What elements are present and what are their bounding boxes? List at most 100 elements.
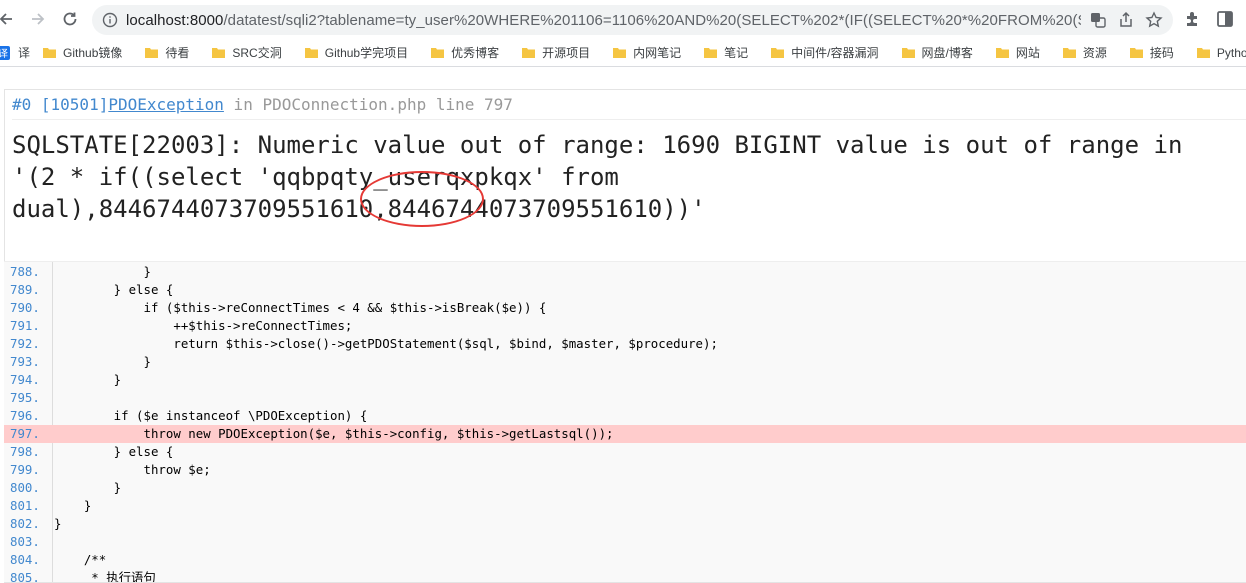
folder-icon [771, 48, 785, 58]
line-number: 802. [10, 516, 40, 531]
folder-icon [995, 48, 1009, 58]
folder-icon [1062, 48, 1076, 58]
bookmark-label: 网盘/博客 [921, 46, 973, 60]
bookmark-folder[interactable]: 网站 [987, 44, 1040, 61]
info-icon[interactable] [102, 12, 118, 28]
bookmark-folder[interactable]: 网盘/博客 [893, 44, 973, 61]
star-icon[interactable] [1145, 11, 1163, 29]
bookmark-label: 中间件/容器漏洞 [791, 46, 879, 60]
exception-message-line: SQLSTATE[22003]: Numeric value out of ra… [12, 131, 1183, 159]
bookmark-translate[interactable]: 译 译 [0, 44, 30, 61]
browser-toolbar: localhost:8000/datatest/sqli2?tablename=… [0, 0, 1246, 39]
bookmark-folder[interactable]: 优秀博客 [422, 44, 499, 61]
address-bar[interactable]: localhost:8000/datatest/sqli2?tablename=… [92, 5, 1173, 35]
code-text: } else { [54, 282, 174, 297]
code-line: 798. } else { [4, 443, 1246, 461]
line-number: 798. [10, 444, 40, 459]
code-line: 791. ++$this->reConnectTimes; [4, 317, 1246, 335]
line-number: 790. [10, 300, 40, 315]
code-text: ++$this->reConnectTimes; [54, 318, 353, 333]
code-line: 801. } [4, 497, 1246, 515]
code-line: 804. /** [4, 551, 1246, 569]
folder-icon [145, 48, 159, 58]
bookmark-folder[interactable]: SRC交洞 [203, 44, 282, 61]
code-text: /** [54, 552, 107, 567]
code-text: } [54, 354, 151, 369]
bookmark-folder[interactable]: 内网笔记 [604, 44, 681, 61]
code-line: 792. return $this->close()->getPDOStatem… [4, 335, 1246, 353]
url-path: /datatest/sqli2?tablename=ty_user%20WHER… [223, 11, 1081, 29]
code-line: 790. if ($this->reConnectTimes < 4 && $t… [4, 299, 1246, 317]
arrow-left-icon [0, 13, 12, 25]
exception-header: #0 [10501]PDOException in PDOConnection.… [12, 95, 513, 114]
line-number: 804. [10, 552, 40, 567]
bookmark-label: Github镜像 [63, 46, 123, 60]
folder-icon [613, 48, 627, 58]
bookmark-folder[interactable]: 接码 [1121, 44, 1174, 61]
line-number: 796. [10, 408, 40, 423]
code-text: } [54, 264, 151, 279]
reload-button[interactable] [58, 7, 82, 31]
exception-class-link[interactable]: PDOException [108, 95, 224, 114]
side-panel-icon[interactable] [1215, 9, 1235, 29]
arrow-right-icon [32, 13, 45, 25]
code-text: } [54, 480, 122, 495]
bookmark-label: Python学 [1216, 46, 1246, 60]
page-content: #0 [10501]PDOException in PDOConnection.… [0, 67, 1246, 583]
exception-in-word: in [223, 95, 263, 114]
line-number: 800. [10, 480, 40, 495]
code-line: 799. throw $e; [4, 461, 1246, 479]
bookmark-folder[interactable]: 笔记 [695, 44, 748, 61]
bookmark-label: 资源 [1082, 46, 1107, 60]
code-line: 795. [4, 389, 1246, 407]
line-number: 799. [10, 462, 40, 477]
bookmark-folder[interactable]: 中间件/容器漏洞 [762, 44, 879, 61]
folder-icon [1196, 48, 1210, 58]
code-line: 789. } else { [4, 281, 1246, 299]
back-button[interactable] [0, 7, 18, 31]
divider [12, 119, 1246, 120]
line-number: 789. [10, 282, 40, 297]
folder-icon [212, 48, 226, 58]
red-annotation-circle [360, 171, 484, 227]
bookmark-label: 内网笔记 [633, 46, 682, 60]
url-text[interactable]: localhost:8000/datatest/sqli2?tablename=… [126, 12, 1081, 29]
folder-icon [43, 48, 57, 58]
line-number: 795. [10, 390, 40, 405]
bookmark-folder[interactable]: Github学完项目 [296, 44, 408, 61]
translate-icon[interactable] [1089, 11, 1107, 29]
bookmarks-bar: 译 译 Github镜像 待看 SRC交洞 Github学完项目 优秀博客 开源… [0, 39, 1246, 67]
bookmark-label: 笔记 [724, 46, 749, 60]
share-icon[interactable] [1117, 11, 1135, 29]
translate-badge-icon: 译 [0, 45, 10, 60]
forward-button[interactable] [26, 7, 50, 31]
folder-icon [431, 48, 445, 58]
line-number: 793. [10, 354, 40, 369]
code-line: 800. } [4, 479, 1246, 497]
bookmark-label: 接码 [1149, 46, 1174, 60]
bookmark-folder[interactable]: Github镜像 [34, 44, 122, 61]
bookmark-label: 优秀博客 [451, 46, 500, 60]
line-number: 805. [10, 570, 40, 582]
extensions-icon[interactable] [1183, 9, 1203, 29]
reload-icon [63, 12, 77, 26]
code-line: 794. } [4, 371, 1246, 389]
bookmark-label: 网站 [1015, 46, 1040, 60]
folder-icon [704, 48, 718, 58]
bookmark-folder[interactable]: 资源 [1054, 44, 1107, 61]
bookmark-folder[interactable]: 开源项目 [513, 44, 590, 61]
code-text: } [54, 372, 122, 387]
line-number: 791. [10, 318, 40, 333]
bookmark-label: SRC交洞 [232, 46, 282, 60]
code-text: throw new PDOException($e, $this->config… [54, 426, 614, 441]
code-text: * 执行语句 [54, 570, 156, 582]
code-line: 803. [4, 533, 1246, 551]
source-code-block: 788. } 789. } else {790. if ($this->reCon… [4, 261, 1246, 582]
bookmark-folder[interactable]: 待看 [136, 44, 189, 61]
code-text: if ($this->reConnectTimes < 4 && $this->… [54, 300, 547, 315]
exception-file-info: PDOConnection.php line 797 [262, 95, 513, 114]
code-line: 793. } [4, 353, 1246, 371]
bookmark-folder[interactable]: Python学 [1188, 44, 1246, 61]
line-number: 792. [10, 336, 40, 351]
code-text: return $this->close()->getPDOStatement($… [54, 336, 718, 351]
